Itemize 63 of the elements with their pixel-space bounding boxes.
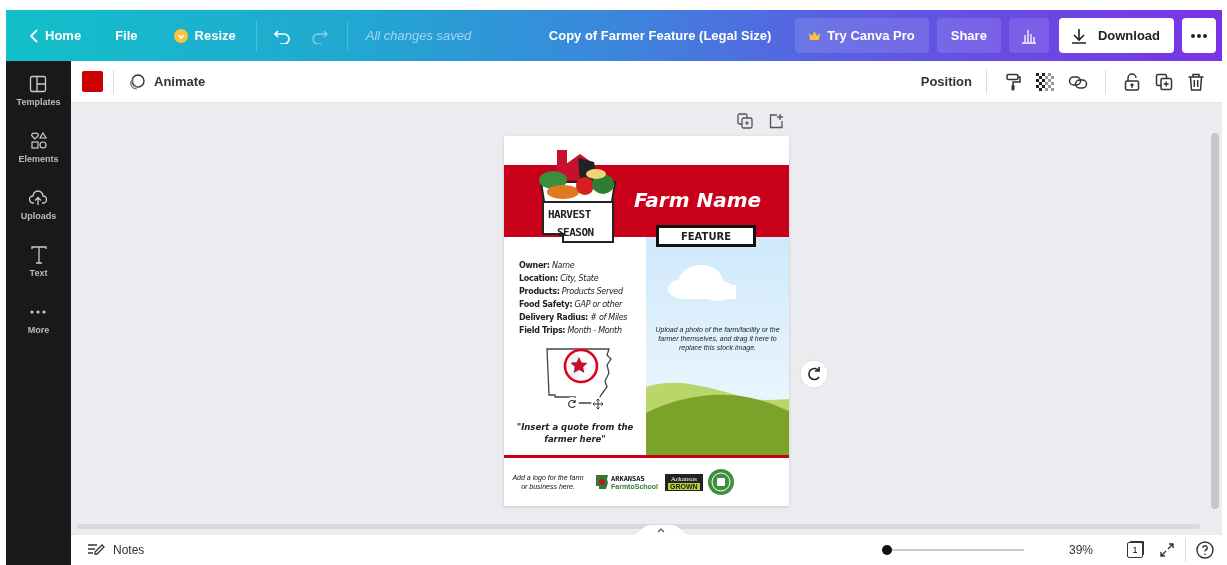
document-title[interactable]: Copy of Farmer Feature (Legal Size) [548, 28, 772, 43]
sidebar-item[interactable]: More [27, 303, 50, 335]
animate-icon [128, 72, 146, 91]
transparency-icon[interactable] [1036, 72, 1054, 91]
zoom-percentage[interactable]: 39% [1068, 543, 1093, 557]
farm-name: Farm Name [634, 188, 762, 212]
field-value: City, State [560, 274, 599, 283]
unlocked-icon[interactable] [1123, 72, 1141, 91]
insights-button[interactable] [1008, 18, 1049, 53]
quote-text: "Insert a quote from the farmer here" [515, 421, 635, 445]
sidebar-item[interactable]: Templates [16, 75, 61, 107]
position-button[interactable]: Position [916, 74, 976, 89]
paint-roller-icon[interactable] [1004, 72, 1022, 91]
field-label: Products: [519, 287, 560, 296]
horizontal-scrollbar[interactable] [77, 524, 1200, 529]
field-label: Delivery Radius: [519, 313, 589, 322]
shapes-icon [29, 132, 48, 150]
refresh-button-icon[interactable] [799, 359, 829, 389]
field-label: Field Trips: [519, 326, 566, 335]
bar-chart-icon [1020, 27, 1037, 44]
field-value: GAP or other [574, 300, 623, 309]
more-icon [1191, 33, 1207, 38]
seal-logo-icon [707, 469, 734, 495]
move-icon[interactable] [591, 397, 605, 411]
sidebar-item[interactable]: Elements [18, 132, 59, 164]
cloud-upload-icon [29, 189, 48, 207]
field-value: Name [551, 261, 575, 270]
notes-button[interactable]: Notes [83, 543, 149, 557]
share-button[interactable]: Share [936, 18, 1001, 53]
page-count-button[interactable]: 1 [1127, 542, 1143, 558]
field-label: Food Safety: [519, 300, 573, 309]
logo-text: SEASON [557, 226, 594, 239]
duplicate-icon[interactable] [1155, 72, 1173, 91]
more-icon [30, 310, 47, 314]
logo-text: HARVEST [548, 208, 591, 221]
feature-label: FEATURE [656, 225, 756, 247]
field-value: Products Served [561, 287, 623, 296]
notes-icon [87, 543, 105, 557]
field-value: # of Miles [590, 313, 628, 322]
duplicate-page-icon[interactable] [737, 113, 753, 129]
download-icon [1070, 27, 1087, 44]
color-swatch[interactable] [82, 71, 103, 92]
trash-icon[interactable] [1187, 72, 1205, 91]
sidebar-item[interactable]: Text [29, 246, 48, 278]
rotate-icon[interactable] [565, 397, 579, 411]
layout-icon [29, 75, 48, 93]
chevron-left-icon [30, 28, 38, 43]
fullscreen-icon[interactable] [1159, 542, 1175, 558]
vertical-scrollbar[interactable] [1211, 133, 1219, 509]
try-pro-button[interactable]: Try Canva Pro [795, 18, 929, 53]
state-icon [595, 474, 609, 490]
animate-button[interactable]: Animate [124, 72, 210, 91]
add-page-icon[interactable] [768, 113, 784, 129]
sidebar-item[interactable]: Uploads [20, 189, 57, 221]
download-button[interactable]: Download [1058, 18, 1174, 53]
help-icon[interactable] [1196, 541, 1214, 559]
save-status: All changes saved [365, 28, 472, 43]
more-button[interactable] [1182, 18, 1216, 53]
undo-icon[interactable] [272, 27, 291, 44]
field-label: Owner: [519, 261, 550, 270]
text-icon [29, 246, 48, 264]
field-label: Location: [519, 274, 558, 283]
field-value: Month - Month [567, 326, 622, 335]
